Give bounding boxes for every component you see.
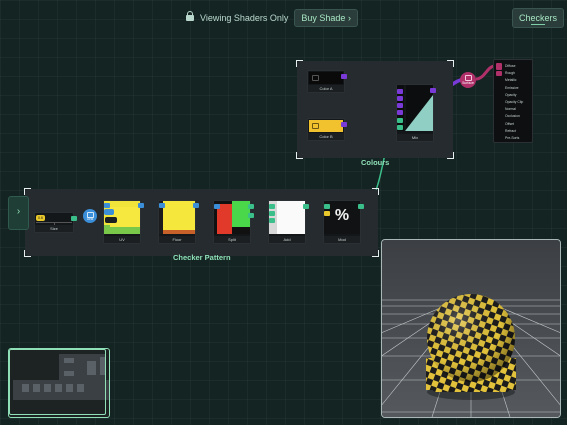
output-property-item[interactable]: Rough (505, 71, 515, 75)
chevron-right-icon: › (16, 206, 21, 217)
output-property-item[interactable]: Emissive (505, 86, 519, 90)
split-input-port[interactable] (214, 204, 220, 209)
mix-input-a-port[interactable] (397, 89, 403, 94)
size-node[interactable]: 0.6 Size (34, 212, 77, 233)
buy-shade-button[interactable]: Buy Shade › (294, 9, 358, 27)
color-a-icon (312, 75, 319, 81)
color-b-node[interactable]: Color B (307, 118, 347, 141)
uv-node[interactable]: UV (103, 200, 144, 244)
uv-tag-2 (105, 217, 117, 223)
color-b-icon (312, 123, 319, 129)
mix-factor-port-2[interactable] (397, 125, 403, 130)
floor-input-port[interactable] (159, 203, 165, 208)
floor-node[interactable]: Floor (158, 200, 199, 244)
mix-factor-port[interactable] (397, 118, 403, 123)
color-a-node[interactable]: Color A (307, 70, 347, 93)
output-property-item[interactable]: Offset (505, 122, 514, 126)
mix-input-b-port[interactable] (397, 96, 403, 101)
split-output-y-port[interactable] (248, 213, 254, 218)
add-label: Add (269, 236, 305, 243)
floor-output-port[interactable] (193, 203, 199, 208)
add-input-c-port[interactable] (269, 218, 275, 223)
size-value[interactable]: 0.6 (36, 215, 45, 221)
add-input-a-port[interactable] (269, 204, 275, 209)
split-output-x-port[interactable] (248, 204, 254, 209)
checkers-button[interactable]: Checkers (512, 8, 565, 28)
percent-icon: % (334, 207, 350, 224)
mix-input-c-port[interactable] (397, 103, 403, 108)
floor-label: Floor (159, 236, 195, 243)
lock-icon (186, 11, 194, 22)
chevron-right-icon: › (347, 13, 351, 23)
uv-output-port[interactable] (138, 203, 144, 208)
grid-node[interactable]: Grid (83, 209, 97, 223)
checker-pattern-title: Checker Pattern (173, 253, 231, 262)
mod-label: Mod (324, 236, 360, 243)
checkers-label: Checkers (519, 13, 558, 23)
output-label: Surface (462, 81, 474, 85)
preview-sphere (426, 294, 516, 400)
output-property-item[interactable]: Opacity (505, 93, 517, 97)
material-preview-viewport[interactable] (381, 239, 561, 418)
color-b-label: Color B (308, 133, 344, 140)
active-indicator (531, 24, 546, 25)
colours-group-title: Colours (361, 158, 390, 167)
output-node[interactable]: Surface (460, 72, 476, 88)
mod-node[interactable]: % Mod (323, 200, 364, 244)
output-property-item[interactable]: Metallic (505, 78, 517, 82)
output-property-item[interactable]: Normal (505, 107, 516, 111)
output-property-item[interactable]: Diffuse (505, 64, 516, 68)
color-a-label: Color A (308, 85, 344, 92)
mod-input-b-port[interactable] (324, 211, 330, 216)
buy-shade-label: Buy Shade (301, 13, 346, 23)
color-b-output-port[interactable] (341, 122, 347, 127)
mix-input-d-port[interactable] (397, 110, 403, 115)
mod-input-a-port[interactable] (324, 204, 330, 209)
size-label: Size (35, 225, 73, 232)
output-list-port[interactable] (496, 63, 502, 70)
uv-input-port-1[interactable] (104, 203, 110, 208)
top-bar: Viewing Shaders Only Buy Shade › (186, 9, 358, 27)
canvas-minimap[interactable] (8, 348, 110, 418)
grid-label: Grid (86, 217, 94, 221)
viewing-status: Viewing Shaders Only (200, 13, 289, 23)
color-b-swatch (309, 120, 343, 132)
add-output-port[interactable] (303, 204, 309, 209)
mod-output-port[interactable] (358, 204, 364, 209)
output-list-port-2[interactable] (496, 71, 502, 76)
output-property-item[interactable]: Occlusion (505, 114, 520, 118)
color-a-output-port[interactable] (341, 74, 347, 79)
uv-tag (104, 209, 114, 215)
size-output-port[interactable] (71, 216, 77, 221)
add-node[interactable]: Add (268, 200, 309, 244)
uv-label: UV (104, 236, 140, 243)
preview-scene (382, 240, 560, 417)
output-property-item[interactable]: Opacity Clip (505, 100, 523, 104)
mix-output-port[interactable] (430, 88, 436, 93)
output-property-list[interactable]: Diffuse Rough Metallic Emissive Opacity Opaci… (493, 59, 533, 143)
color-a-swatch (309, 72, 343, 84)
mix-node[interactable]: Mix (396, 84, 436, 142)
output-property-item[interactable]: Refract (505, 129, 516, 133)
output-property-item[interactable]: Pre-Sorts (505, 136, 519, 140)
add-input-b-port[interactable] (269, 211, 275, 216)
side-panel-toggle[interactable]: › (8, 196, 29, 230)
mix-label: Mix (397, 134, 433, 141)
minimap-viewport-frame[interactable] (9, 349, 106, 415)
split-label: Split (214, 236, 250, 243)
split-node[interactable]: Split (213, 200, 254, 244)
